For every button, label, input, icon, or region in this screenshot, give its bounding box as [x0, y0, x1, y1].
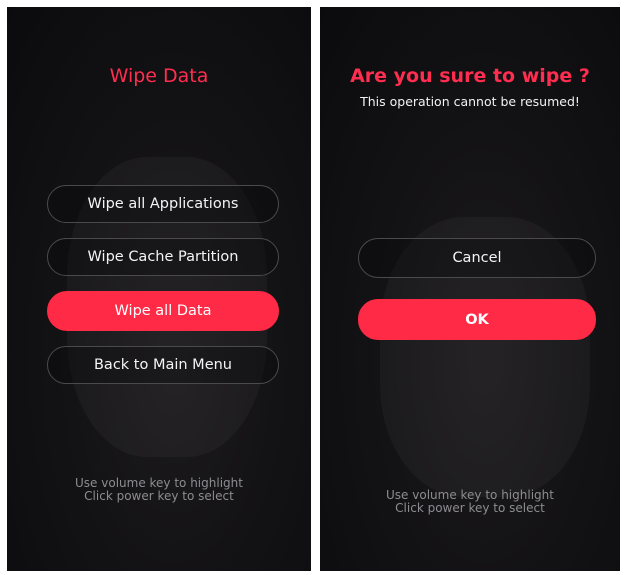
hint-line-power: Click power key to select — [395, 501, 545, 515]
wipe-all-applications-button[interactable]: Wipe all Applications — [47, 185, 279, 223]
ok-button[interactable]: OK — [358, 299, 596, 340]
warning-subtitle: This operation cannot be resumed! — [360, 94, 580, 109]
confirm-title: Are you sure to wipe ? — [350, 65, 590, 87]
wipe-all-data-button[interactable]: Wipe all Data — [47, 291, 279, 331]
wipe-cache-partition-button[interactable]: Wipe Cache Partition — [47, 238, 279, 276]
navigation-hint: Use volume key to highlight Click power … — [320, 489, 620, 515]
screen-title: Wipe Data — [109, 65, 209, 87]
cancel-button[interactable]: Cancel — [358, 238, 596, 278]
confirm-wipe-screen: Are you sure to wipe ? This operation ca… — [320, 7, 620, 571]
navigation-hint: Use volume key to highlight Click power … — [7, 477, 311, 503]
wipe-data-screen: Wipe Data Wipe all Applications Wipe Cac… — [7, 7, 311, 571]
hint-line-power: Click power key to select — [84, 489, 234, 503]
back-to-main-menu-button[interactable]: Back to Main Menu — [47, 346, 279, 384]
